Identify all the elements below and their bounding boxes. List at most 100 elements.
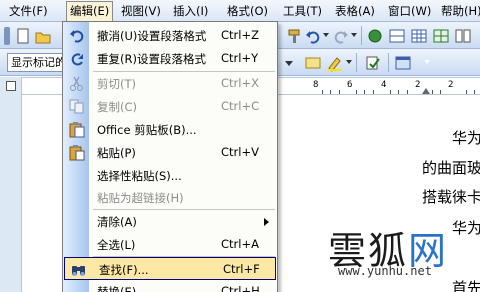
ruler-tick [398, 90, 399, 94]
menu-format[interactable]: 格式(O) [224, 3, 271, 19]
redo-icon [68, 50, 85, 67]
ruler-tick [432, 90, 433, 94]
columns-icon[interactable] [454, 27, 472, 45]
ruler-number: 2 [415, 80, 421, 90]
site-watermark: 雲狐网 www.yunhu.net [320, 212, 480, 292]
menu-item-label: 全选(L) [97, 238, 136, 252]
copy-icon [68, 98, 85, 115]
ruler-tick [407, 90, 408, 94]
menu-item-office-clipboard[interactable]: Office 剪贴板(B)... [63, 118, 277, 141]
submenu-arrow-icon [264, 218, 269, 226]
menu-table[interactable]: 表格(A) [332, 3, 378, 19]
toolbar-separator [361, 26, 362, 45]
menu-help[interactable]: 帮助(H) [438, 3, 480, 19]
menu-item-shortcut: Ctrl+V [221, 145, 259, 159]
edit-menu-dropdown: 撤消(U)设置段落格式 Ctrl+Z 重复(R)设置段落格式 Ctrl+Y 剪切… [62, 21, 278, 292]
redo-icon[interactable] [332, 27, 350, 45]
menu-item-copy[interactable]: 复制(C) Ctrl+C [63, 95, 277, 118]
undo-icon[interactable] [304, 27, 322, 45]
accept-change-icon[interactable] [364, 54, 382, 72]
menu-item-shortcut: Ctrl+Y [221, 51, 259, 65]
menu-tools[interactable]: 工具(T) [280, 3, 325, 19]
clipboard-icon [68, 121, 85, 138]
undo-dropdown-icon[interactable] [323, 33, 329, 37]
menu-item-label: 粘贴(P) [97, 146, 136, 160]
left-tab-icon [6, 81, 16, 91]
redo-dropdown-icon[interactable] [351, 33, 357, 37]
menu-item-label: Office 剪贴板(B)... [97, 123, 197, 137]
comment-icon[interactable] [304, 54, 322, 72]
ruler-tick [440, 90, 441, 94]
menu-item-find[interactable]: 查找(F)... Ctrl+F [64, 257, 276, 280]
show-dropdown-icon[interactable] [280, 54, 298, 72]
undo-icon [68, 27, 85, 44]
toolbar-grip[interactable] [4, 27, 10, 45]
menu-item-label: 选择性粘贴(S)... [97, 169, 182, 183]
ruler-tick [390, 90, 391, 94]
document-text-line: 华为 [452, 129, 480, 147]
vertical-ruler [0, 95, 22, 292]
highlight-pen-icon[interactable] [326, 54, 344, 72]
menu-insert[interactable]: 插入(I) [170, 3, 211, 19]
ruler-tick [330, 90, 331, 94]
ruler-tick [466, 90, 467, 94]
menu-item-label: 替换(E)... [97, 285, 148, 292]
menu-item-shortcut: Ctrl+X [221, 76, 259, 90]
document-text-line: 搭载徕卡 [422, 188, 480, 206]
menu-item-label: 粘贴为超链接(H) [97, 191, 184, 205]
format-painter-icon[interactable] [286, 27, 304, 45]
hyperlink-icon[interactable] [366, 27, 384, 45]
menu-edit[interactable]: 编辑(E) [66, 1, 114, 22]
reviewing-pane-icon[interactable] [394, 54, 412, 72]
menu-item-label: 查找(F)... [99, 263, 149, 277]
menu-item-paste-special[interactable]: 选择性粘贴(S)... [63, 164, 277, 187]
menu-item-label: 剪切(T) [97, 77, 136, 91]
scissors-icon [68, 75, 85, 92]
menu-item-redo[interactable]: 重复(R)设置段落格式 Ctrl+Y [63, 47, 277, 70]
ruler-number: 8 [313, 80, 319, 90]
menu-item-label: 撤消(U)设置段落格式 [97, 29, 207, 43]
toolbar-options-icon[interactable] [424, 60, 430, 64]
menu-item-shortcut: Ctrl+Z [221, 28, 259, 42]
menu-item-cut[interactable]: 剪切(T) Ctrl+X [63, 72, 277, 95]
new-document-icon[interactable] [14, 27, 32, 45]
ruler-tick [474, 90, 475, 94]
ruler-tick [364, 90, 365, 94]
tab-selector[interactable] [0, 77, 22, 95]
menu-item-paste[interactable]: 粘贴(P) Ctrl+V [63, 141, 277, 164]
document-text-line: 的曲面玻 [422, 159, 480, 177]
menu-item-paste-as-hyperlink[interactable]: 粘贴为超链接(H) [63, 186, 277, 209]
ruler-number: 6 [347, 80, 353, 90]
toolbar-separator [388, 53, 389, 72]
insert-table-icon[interactable] [410, 27, 428, 45]
display-for-review-combo[interactable]: 显示标记的 [7, 53, 63, 72]
indent-marker[interactable] [422, 88, 430, 94]
insert-excel-icon[interactable] [432, 27, 450, 45]
menu-item-replace[interactable]: 替换(E)... Ctrl+H [63, 280, 277, 292]
binoculars-icon [70, 261, 87, 278]
ruler-tick [356, 90, 357, 94]
menu-item-label: 复制(C) [97, 100, 138, 114]
ruler-number: 4 [381, 80, 387, 90]
menu-item-undo[interactable]: 撤消(U)设置段落格式 Ctrl+Z [63, 24, 277, 47]
menu-item-shortcut: Ctrl+C [221, 99, 260, 113]
menu-item-shortcut: Ctrl+A [221, 237, 259, 251]
tables-borders-icon[interactable] [388, 27, 406, 45]
ruler-tick [339, 90, 340, 94]
menu-item-clear[interactable]: 清除(A) [63, 210, 277, 233]
menu-item-label: 重复(R)设置段落格式 [97, 52, 206, 66]
menu-item-shortcut: Ctrl+F [223, 262, 260, 276]
menu-file[interactable]: 文件(F) [6, 3, 51, 19]
watermark-url: www.yunhu.net [338, 264, 432, 278]
menu-item-select-all[interactable]: 全选(L) Ctrl+A [63, 233, 277, 256]
menu-view[interactable]: 视图(V) [118, 3, 164, 19]
menu-bar: 文件(F) 编辑(E) 视图(V) 插入(I) 格式(O) 工具(T) 表格(A… [0, 0, 480, 22]
ruler-number: 2 [448, 80, 454, 90]
highlight-dropdown-icon[interactable] [346, 60, 352, 64]
menu-item-shortcut: Ctrl+H [221, 284, 260, 292]
ruler-tick [373, 90, 374, 94]
paste-icon [68, 144, 85, 161]
menu-window[interactable]: 窗口(W) [385, 3, 434, 19]
toolbar-separator [356, 53, 357, 72]
open-folder-icon[interactable] [34, 27, 52, 45]
